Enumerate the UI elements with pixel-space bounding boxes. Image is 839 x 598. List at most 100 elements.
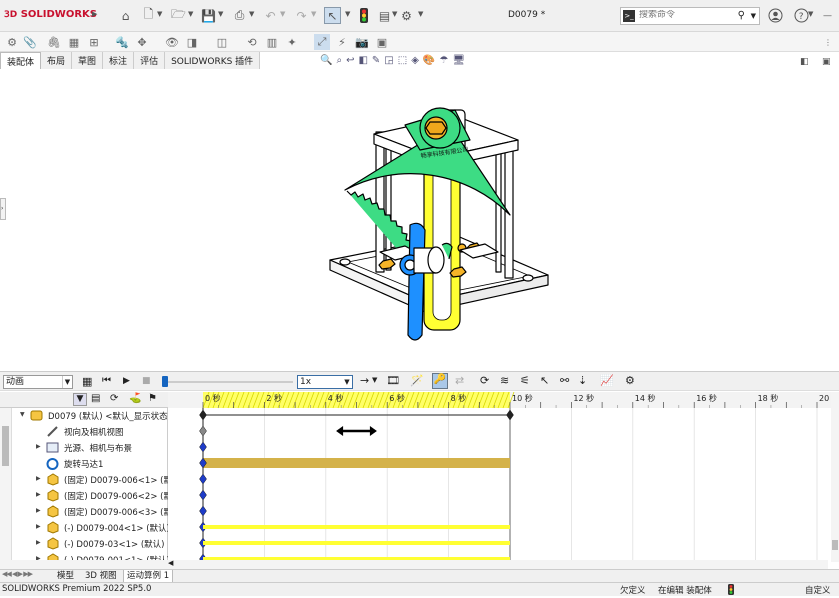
- tab-addins[interactable]: SOLIDWORKS 插件: [165, 52, 261, 69]
- paperclip-icon[interactable]: 🖇: [46, 34, 62, 50]
- playback-mode-arrow-icon[interactable]: →: [360, 374, 369, 387]
- tree-row[interactable]: ▶ (固定) D0079-006<3> (默: [0, 504, 168, 520]
- assembly-features-icon[interactable]: ◨: [184, 34, 200, 50]
- view-settings-icon[interactable]: 🖥: [452, 55, 465, 70]
- tab-assembly[interactable]: 装配体: [0, 52, 42, 69]
- tab-nav-arrows-icon[interactable]: ◀◀ ◀ ▶ ▶▶: [2, 570, 33, 578]
- study-type-select[interactable]: 动画 ▼: [3, 375, 73, 389]
- part-key-point[interactable]: [199, 489, 207, 501]
- options-dropdown-icon[interactable]: ▼: [418, 10, 423, 18]
- part-key-point[interactable]: [199, 473, 207, 485]
- filter-selected-icon[interactable]: ⛳: [129, 393, 141, 404]
- play-from-start-icon[interactable]: ⏮: [102, 375, 111, 386]
- tab-sketch[interactable]: 草图: [72, 52, 104, 69]
- print-dropdown-icon[interactable]: ▼: [249, 10, 254, 18]
- tree-row[interactable]: ▼ D0079 (默认) <默认_显示状态: [0, 408, 168, 424]
- tree-row[interactable]: ▶ (固定) D0079-006<2> (默: [0, 488, 168, 504]
- save-icon[interactable]: 💾: [200, 7, 217, 24]
- large-assembly-icon[interactable]: ▣: [374, 34, 390, 50]
- view-orientation-icon[interactable]: ◲: [384, 55, 393, 70]
- results-plots-icon[interactable]: 📈: [600, 374, 614, 387]
- zoom-to-fit-icon[interactable]: 🔍: [320, 55, 332, 70]
- stop-icon[interactable]: ■: [142, 376, 151, 386]
- tab-layout[interactable]: 布局: [41, 52, 73, 69]
- assembly-model[interactable]: 畅享科技有限公司: [0, 70, 839, 370]
- toolbar-options-icon[interactable]: ⋮: [820, 34, 836, 50]
- section-view-icon[interactable]: ◧: [358, 55, 367, 70]
- motion-study-properties-gear-icon[interactable]: ⚙: [625, 374, 635, 387]
- command-search-box[interactable]: >_ ⚲ ▼: [620, 7, 760, 25]
- add-update-key-icon[interactable]: ⇄: [455, 374, 464, 387]
- key-point-end[interactable]: [506, 409, 514, 421]
- filter-driving-icon[interactable]: ⟳: [110, 393, 118, 404]
- home-icon[interactable]: ⌂: [117, 7, 134, 24]
- contact-icon[interactable]: ⚯: [560, 374, 569, 387]
- playback-slider-track[interactable]: [163, 381, 293, 383]
- animation-wizard-icon[interactable]: 🪄: [410, 374, 424, 387]
- zoom-area-icon[interactable]: ⌕: [336, 55, 342, 70]
- playback-mode-dropdown-icon[interactable]: ▼: [372, 376, 377, 384]
- user-account-icon[interactable]: [767, 7, 784, 24]
- expand-arrow-icon[interactable]: ▶: [36, 491, 41, 498]
- part-motion-bar[interactable]: [203, 541, 510, 545]
- timeline-horizontal-scrollbar[interactable]: ◀: [168, 559, 828, 569]
- reference-geometry-icon[interactable]: ◫: [214, 34, 230, 50]
- tree-horizontal-scrollbar[interactable]: [0, 560, 168, 569]
- dynamic-annotation-icon[interactable]: ✎: [372, 55, 380, 70]
- filter-icon[interactable]: ▼: [73, 393, 87, 406]
- move-component-icon[interactable]: ✥: [134, 34, 150, 50]
- search-dropdown-icon[interactable]: ▼: [751, 12, 756, 20]
- exploded-view-icon[interactable]: ✦: [284, 34, 300, 50]
- tab-evaluate[interactable]: 评估: [134, 52, 166, 69]
- expand-arrow-icon[interactable]: ▶: [36, 475, 41, 482]
- print-icon[interactable]: ⎙: [231, 7, 248, 24]
- tree-row[interactable]: ▶ (-) D0079-03<1> (默认): [0, 536, 168, 552]
- filter-animated-icon[interactable]: ▤: [91, 393, 100, 404]
- new-dropdown-icon[interactable]: ▼: [157, 10, 162, 18]
- file-properties-icon[interactable]: ▤: [376, 7, 393, 24]
- spring-icon[interactable]: ≋: [500, 374, 509, 387]
- hide-show-icon[interactable]: ◈: [411, 55, 419, 70]
- tab-markup[interactable]: 标注: [103, 52, 135, 69]
- gravity-icon[interactable]: ⇣: [578, 374, 587, 387]
- display-style-icon[interactable]: ⬚: [398, 55, 407, 70]
- autokey-icon[interactable]: 🔑: [432, 373, 448, 389]
- smart-fasteners-icon[interactable]: 🔩: [114, 34, 130, 50]
- open-folder-icon[interactable]: 🗁: [170, 7, 187, 24]
- tree-row[interactable]: 旋转马达1: [0, 456, 168, 472]
- new-motion-study-icon[interactable]: ⟲: [244, 34, 260, 50]
- logo-menu-arrow-icon[interactable]: ▶: [92, 10, 97, 18]
- bill-of-materials-icon[interactable]: ▥: [264, 34, 280, 50]
- properties-dropdown-icon[interactable]: ▼: [392, 10, 397, 18]
- apply-scene-icon[interactable]: ☂: [439, 55, 448, 70]
- playback-slider-thumb[interactable]: [162, 376, 168, 387]
- search-icon[interactable]: ⚲: [738, 10, 745, 21]
- graphics-area[interactable]: › 畅享科技有限公司: [0, 70, 839, 370]
- part-motion-bar[interactable]: [203, 525, 510, 529]
- motor-duration-bar[interactable]: [203, 458, 510, 468]
- tree-row[interactable]: ▶ 光源、相机与布景: [0, 440, 168, 456]
- select-dropdown-icon[interactable]: ▼: [345, 10, 350, 18]
- play-icon[interactable]: ▶: [123, 376, 130, 386]
- expand-arrow-icon[interactable]: ▶: [36, 507, 41, 514]
- status-units[interactable]: 自定义: [805, 584, 831, 596]
- linear-pattern-icon[interactable]: ⊞: [86, 34, 102, 50]
- open-dropdown-icon[interactable]: ▼: [188, 10, 193, 18]
- tree-row[interactable]: 视向及相机视图: [0, 424, 168, 440]
- traffic-light-icon[interactable]: [355, 7, 372, 24]
- options-gear-icon[interactable]: ⚙: [398, 7, 415, 24]
- key-point-start[interactable]: [199, 409, 207, 421]
- part-key-point[interactable]: [199, 505, 207, 517]
- instant3d-icon[interactable]: ⤢: [314, 34, 330, 50]
- redo-icon[interactable]: ↷: [293, 7, 310, 24]
- timeline-vertical-scrollbar[interactable]: [831, 392, 839, 562]
- take-snapshot-icon[interactable]: 📷: [354, 34, 370, 50]
- search-input[interactable]: [639, 10, 739, 20]
- save-animation-icon[interactable]: 🎞: [386, 374, 400, 387]
- insert-components-icon[interactable]: ⚙: [4, 34, 20, 50]
- camera-key-point[interactable]: [199, 425, 207, 437]
- previous-view-icon[interactable]: ↩: [346, 55, 354, 70]
- minimize-icon[interactable]: —: [819, 7, 836, 24]
- edit-appearance-icon[interactable]: 🎨: [423, 55, 435, 70]
- scroll-left-icon[interactable]: ◀: [168, 559, 173, 567]
